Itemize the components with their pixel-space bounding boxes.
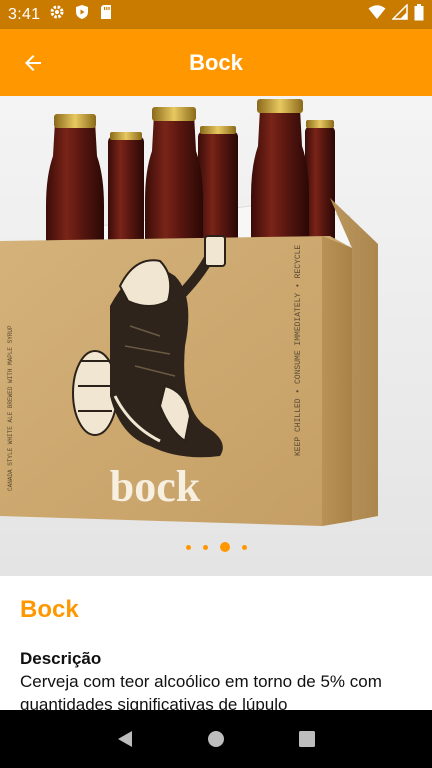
status-time: 3:41	[8, 5, 41, 23]
gear-icon	[49, 4, 65, 25]
description-text: Cerveja com teor alcoólico em torno de 5…	[20, 672, 382, 710]
product-name: Bock	[20, 596, 79, 623]
carousel-dot[interactable]	[185, 544, 191, 550]
arrow-left-icon	[25, 55, 41, 71]
carousel-dot-active[interactable]	[219, 542, 230, 552]
battery-icon	[414, 3, 424, 26]
description-label: Descrição	[20, 649, 102, 668]
sd-card-icon	[99, 4, 113, 25]
side-text-2: CANADA STYLE WHITE ALE BREWED WITH MAPLE…	[7, 325, 14, 491]
wifi-icon	[368, 4, 386, 25]
app-bar: Bock	[0, 29, 432, 96]
system-nav-bar	[0, 710, 432, 768]
image-carousel[interactable]: KEEP CHILLED • CONSUME IMMEDIATELY • REC…	[0, 96, 432, 576]
nav-home-button[interactable]	[196, 719, 236, 759]
circle-home-icon	[207, 731, 224, 747]
square-recents-icon	[298, 731, 315, 747]
triangle-back-icon	[118, 731, 133, 747]
page-title: Bock	[189, 49, 243, 75]
back-button[interactable]	[14, 44, 52, 82]
carousel-dot[interactable]	[202, 544, 208, 550]
carousel-dot[interactable]	[241, 544, 247, 550]
nav-back-button[interactable]	[105, 719, 145, 759]
brand-logo: bock	[110, 462, 201, 511]
side-text: KEEP CHILLED • CONSUME IMMEDIATELY • REC…	[294, 245, 303, 456]
shield-play-icon	[74, 4, 90, 25]
status-bar: 3:41	[0, 0, 432, 29]
cellular-signal-icon	[391, 3, 408, 25]
product-image: KEEP CHILLED • CONSUME IMMEDIATELY • REC…	[0, 96, 432, 576]
nav-recents-button[interactable]	[287, 719, 327, 759]
carousel-indicator	[0, 542, 432, 552]
product-details: Bock Descrição Cerveja com teor alcoólic…	[0, 576, 432, 710]
